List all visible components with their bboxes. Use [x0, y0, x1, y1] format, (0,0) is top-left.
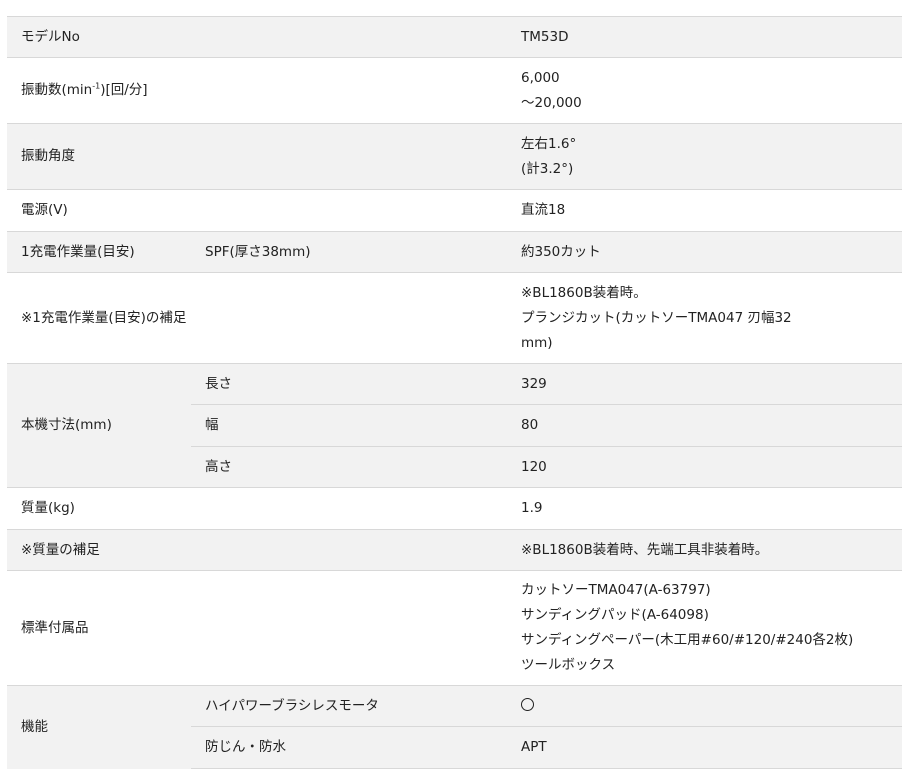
row-features-value-motor — [512, 685, 902, 727]
row-dimensions-label: 本機寸法(mm) — [7, 363, 191, 488]
row-vibration-label: 振動数(min-1)[回/分] — [7, 57, 191, 124]
row-dimensions: 本機寸法(mm) 長さ 329 — [7, 363, 902, 488]
row-features-sub-dustproof: 防じん・防水 — [191, 726, 512, 769]
row-power-label: 電源(V) — [7, 189, 191, 232]
row-angle-label: 振動角度 — [7, 123, 191, 190]
row-features: 機能 ハイパワーブラシレスモータ — [7, 685, 902, 769]
row-vibration-value: 6,000 ～20,000 — [512, 57, 902, 124]
row-mass-note: ※質量の補足 ※BL1860B装着時、先端工具非装着時。 — [7, 529, 902, 571]
row-accessories-label: 標準付属品 — [7, 570, 191, 686]
circle-mark-icon — [521, 697, 534, 711]
row-features-sub-motor: ハイパワーブラシレスモータ — [191, 685, 512, 727]
row-features-value-dustproof: APT — [512, 726, 902, 769]
row-dimensions-sub-length: 長さ — [191, 363, 512, 405]
row-power: 電源(V) 直流18 — [7, 189, 902, 232]
row-work-value: 約350カット — [512, 231, 902, 273]
row-dimensions-value-height: 120 — [512, 446, 902, 488]
row-accessories: 標準付属品 カットソーTMA047(A-63797) サンディングパッド(A-6… — [7, 570, 902, 686]
row-work-note: ※1充電作業量(目安)の補足 ※BL1860B装着時。 プランジカット(カットソ… — [7, 272, 902, 364]
row-angle-value: 左右1.6° (計3.2°) — [512, 123, 902, 190]
row-mass: 質量(kg) 1.9 — [7, 487, 902, 530]
row-mass-note-value: ※BL1860B装着時、先端工具非装着時。 — [512, 529, 902, 571]
spec-table: モデルNo TM53D 振動数(min-1)[回/分] 6,000 ～20,00… — [7, 16, 902, 769]
row-work-label: 1充電作業量(目安) — [7, 231, 191, 273]
row-dimensions-sub-width: 幅 — [191, 404, 512, 447]
row-work: 1充電作業量(目安) SPF(厚さ38mm) 約350カット — [7, 231, 902, 273]
row-dimensions-value-width: 80 — [512, 404, 902, 447]
row-work-note-label: ※1充電作業量(目安)の補足 — [7, 272, 512, 364]
row-work-note-value: ※BL1860B装着時。 プランジカット(カットソーTMA047 刃幅32 mm… — [512, 272, 902, 364]
row-features-label: 機能 — [7, 685, 191, 769]
row-dimensions-value-length: 329 — [512, 363, 902, 405]
row-model: モデルNo TM53D — [7, 16, 902, 58]
row-power-value: 直流18 — [512, 189, 902, 232]
row-mass-label: 質量(kg) — [7, 487, 191, 530]
row-accessories-value: カットソーTMA047(A-63797) サンディングパッド(A-64098) … — [512, 570, 902, 686]
row-mass-value: 1.9 — [512, 487, 902, 530]
row-vibration: 振動数(min-1)[回/分] 6,000 ～20,000 — [7, 57, 902, 124]
row-angle: 振動角度 左右1.6° (計3.2°) — [7, 123, 902, 190]
row-work-sub: SPF(厚さ38mm) — [191, 231, 512, 273]
row-dimensions-sub-height: 高さ — [191, 446, 512, 488]
row-model-value: TM53D — [512, 16, 902, 58]
row-mass-note-label: ※質量の補足 — [7, 529, 512, 571]
row-model-label: モデルNo — [7, 16, 191, 58]
